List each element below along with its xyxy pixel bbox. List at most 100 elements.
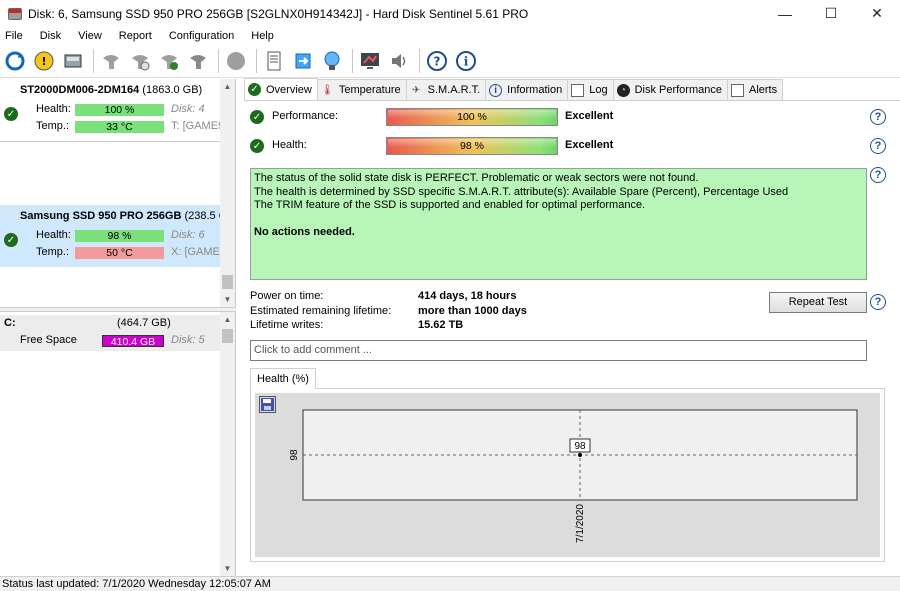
health-value: 98 %: [460, 140, 484, 152]
tab-health-chart[interactable]: Health (%): [250, 368, 316, 389]
health-bar: 100 %: [75, 104, 164, 116]
volume-letter: C:: [4, 317, 16, 329]
tab-log[interactable]: Log: [567, 79, 614, 100]
status-line: The status of the solid state disk is PE…: [254, 172, 699, 184]
help-icon[interactable]: ?: [424, 48, 450, 74]
volume-size: (464.7 GB): [117, 317, 171, 329]
report-icon[interactable]: [261, 48, 287, 74]
warning-icon[interactable]: !: [31, 48, 57, 74]
window-controls: — ☐ ✕: [762, 0, 900, 27]
menu-help[interactable]: Help: [246, 30, 280, 42]
volume-entry[interactable]: C: (464.7 GB) Free Space 410.4 GB Disk: …: [0, 315, 220, 351]
close-button[interactable]: ✕: [854, 0, 900, 27]
tab-label: Alerts: [748, 84, 778, 96]
disk-list-scrollbar[interactable]: ▲ ▼: [220, 79, 235, 307]
health-label: Health:: [272, 139, 307, 151]
app-logo-icon: [8, 7, 22, 20]
tab-temperature[interactable]: 🌡 Temperature: [316, 79, 407, 100]
toolbar-separator: [218, 49, 219, 73]
alerts-icon: [730, 83, 744, 97]
check-icon: ✓: [248, 83, 261, 96]
volume-header: C: (464.7 GB): [0, 315, 220, 332]
tab-information[interactable]: i Information: [485, 79, 569, 100]
repeat-test-button[interactable]: Repeat Test: [769, 292, 867, 313]
toolbar-separator: [256, 49, 257, 73]
tab-label: Disk Performance: [634, 84, 722, 96]
scroll-thumb[interactable]: [222, 275, 233, 289]
power-on-label: Power on time:: [250, 290, 324, 302]
svg-text:?: ?: [434, 55, 441, 69]
power-on-value: 414 days, 18 hours: [418, 290, 517, 302]
temp-label: Temp.:: [36, 120, 70, 132]
temp-bar: 50 °C: [75, 247, 164, 259]
status-description: The status of the solid state disk is PE…: [250, 168, 867, 280]
monitor-icon[interactable]: [357, 48, 383, 74]
comment-field[interactable]: Click to add comment ...: [250, 340, 867, 361]
menu-view[interactable]: View: [73, 30, 108, 42]
network-icon[interactable]: [319, 48, 345, 74]
tab-alerts[interactable]: Alerts: [726, 79, 784, 100]
ok-check-icon: ✓: [250, 110, 264, 124]
menu-file[interactable]: File: [0, 30, 29, 42]
performance-row: ✓ Performance: 100 % Excellent: [250, 108, 890, 126]
transfer-icon[interactable]: [290, 48, 316, 74]
test-icon[interactable]: [98, 48, 124, 74]
tab-disk-performance[interactable]: ◔ Disk Performance: [612, 79, 728, 100]
performance-label: Performance:: [272, 110, 339, 122]
tab-label: S.M.A.R.T.: [427, 84, 481, 96]
circle-icon[interactable]: [223, 48, 249, 74]
disk-info: Power on time: 414 days, 18 hours Estima…: [250, 290, 650, 334]
speaker-icon[interactable]: [386, 48, 412, 74]
performance-value: 100 %: [457, 111, 487, 123]
disk-list-pane: ST2000DM006-2DM164 (1863.0 GB) ✓ Health:…: [0, 79, 236, 576]
pane-splitter[interactable]: [0, 307, 236, 312]
health-gauge: 98 %: [386, 137, 558, 155]
tab-overview[interactable]: ✓ Overview: [244, 78, 318, 100]
drive-letters: T: [GAME9: [171, 120, 225, 132]
menu-report[interactable]: Report: [114, 30, 158, 42]
scroll-thumb[interactable]: [222, 329, 233, 343]
test2-icon[interactable]: [127, 48, 153, 74]
maximize-button[interactable]: ☐: [808, 0, 854, 27]
temp-label: Temp.:: [36, 246, 70, 258]
disk-name: ST2000DM006-2DM164: [20, 84, 140, 96]
test4-icon[interactable]: [185, 48, 211, 74]
performance-gauge: 100 %: [386, 108, 558, 126]
info-icon[interactable]: i: [453, 48, 479, 74]
disk-entry[interactable]: ST2000DM006-2DM164 (1863.0 GB) ✓ Health:…: [0, 79, 224, 141]
menu-configuration[interactable]: Configuration: [164, 30, 240, 42]
test3-icon[interactable]: [156, 48, 182, 74]
disk-entry-selected[interactable]: Samsung SSD 950 PRO 256GB (238.5 GB ✓ He…: [0, 205, 226, 267]
toolbar-separator: [352, 49, 353, 73]
status-help-icon[interactable]: ?: [870, 167, 886, 183]
toolbar-separator: [93, 49, 94, 73]
tab-smart[interactable]: ✈ S.M.A.R.T.: [405, 79, 487, 100]
menu-disk[interactable]: Disk: [35, 30, 67, 42]
disk-icon[interactable]: [60, 48, 86, 74]
disk-size: (238.5 GB: [184, 210, 220, 222]
lifetime-label: Estimated remaining lifetime:: [250, 304, 392, 317]
volume-list-scrollbar[interactable]: ▲ ▼: [220, 312, 235, 576]
health-label: Health:: [36, 229, 71, 241]
scroll-up-icon[interactable]: ▲: [220, 79, 235, 94]
disk-name: Samsung SSD 950 PRO 256GB: [20, 210, 182, 222]
performance-help-icon[interactable]: ?: [870, 109, 886, 125]
overview-panel: ✓ Performance: 100 % Excellent ? ✓ Healt…: [244, 100, 900, 576]
health-bar: 98 %: [75, 230, 164, 242]
repeat-test-help-icon[interactable]: ?: [870, 294, 886, 310]
data-label: 98: [574, 441, 586, 452]
writes-label: Lifetime writes:: [250, 319, 324, 331]
disk-health-row: Health: 98 % Disk: 6: [0, 227, 220, 244]
refresh-icon[interactable]: [2, 48, 28, 74]
scroll-down-icon[interactable]: ▼: [220, 292, 235, 307]
menu-bar: File Disk View Report Configuration Help: [0, 27, 900, 45]
free-space-label: Free Space: [20, 334, 77, 346]
minimize-button[interactable]: —: [762, 0, 808, 27]
window-title: Disk: 6, Samsung SSD 950 PRO 256GB [S2GL…: [28, 6, 529, 21]
scroll-down-icon[interactable]: ▼: [220, 561, 235, 576]
performance-icon: ◔: [616, 83, 630, 97]
health-help-icon[interactable]: ?: [870, 138, 886, 154]
health-rating: Excellent: [565, 139, 614, 151]
scroll-up-icon[interactable]: ▲: [220, 312, 235, 327]
